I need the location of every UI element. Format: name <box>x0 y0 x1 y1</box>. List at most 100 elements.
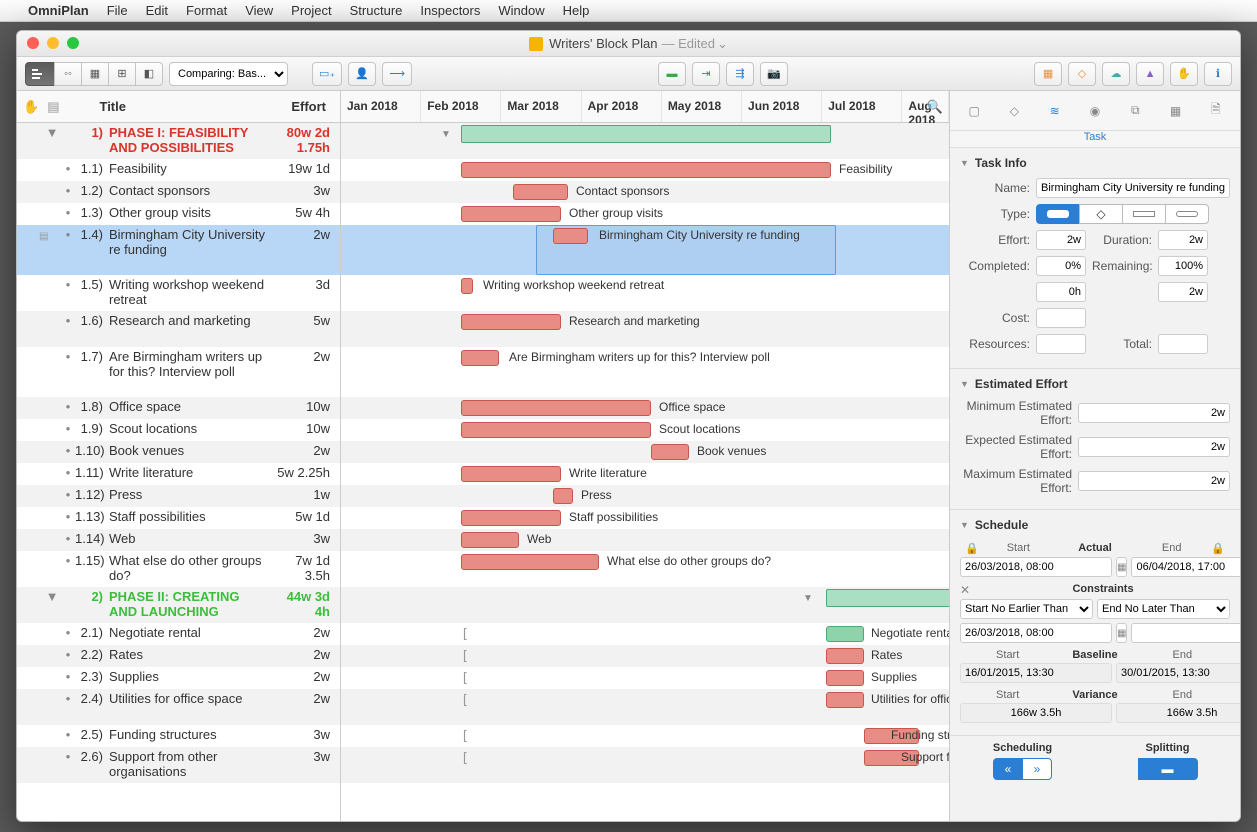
gantt-row[interactable]: [Funding structures <box>341 725 949 747</box>
type-task[interactable] <box>1036 204 1080 224</box>
gantt-row[interactable]: [Negotiate rental <box>341 623 949 645</box>
catch-up-button[interactable]: ▬ <box>658 62 686 86</box>
task-bar[interactable] <box>461 554 599 570</box>
schedule-heading[interactable]: Schedule <box>960 518 1230 532</box>
gantt-row[interactable]: Write literature <box>341 463 949 485</box>
notes-column-icon[interactable]: ▤ <box>47 99 59 115</box>
actual-end-field[interactable] <box>1131 557 1240 577</box>
gantt-row[interactable]: Book venues <box>341 441 949 463</box>
name-field[interactable] <box>1036 178 1230 198</box>
task-bar[interactable] <box>461 350 499 366</box>
type-hammock[interactable] <box>1165 204 1209 224</box>
est-heading[interactable]: Estimated Effort <box>960 377 1230 391</box>
menu-view[interactable]: View <box>245 3 273 18</box>
task-bar[interactable] <box>651 444 689 460</box>
task-bar[interactable] <box>826 670 864 686</box>
task-row[interactable]: •2.3)Supplies2w <box>17 667 340 689</box>
task-row[interactable]: ▤•1.4)Birmingham City University re fund… <box>17 225 340 275</box>
tab-milestones-icon[interactable]: ◇ <box>998 99 1030 123</box>
remaining-field[interactable] <box>1158 256 1208 276</box>
tab-resource-icon[interactable]: ◉ <box>1079 99 1111 123</box>
group-bar[interactable] <box>826 589 950 607</box>
task-row[interactable]: •1.10)Book venues2w <box>17 441 340 463</box>
task-row[interactable]: •1.9)Scout locations10w <box>17 419 340 441</box>
task-row[interactable]: ▼2)PHASE II: CREATING AND LAUNCHING44w 3… <box>17 587 340 623</box>
task-info-heading[interactable]: Task Info <box>960 156 1230 170</box>
baseline-selector[interactable]: Comparing: Bas... <box>169 62 288 86</box>
gantt-row[interactable]: [Supplies <box>341 667 949 689</box>
menu-window[interactable]: Window <box>498 3 544 18</box>
task-bar[interactable] <box>826 626 864 642</box>
violations-column-icon[interactable]: ✋ <box>23 99 39 115</box>
gantt-row[interactable]: Office space <box>341 397 949 419</box>
schedule-asap[interactable]: « <box>993 758 1023 780</box>
violations-button[interactable]: ▲ <box>1136 62 1164 86</box>
tab-project-icon[interactable]: ▢ <box>958 99 990 123</box>
gantt-row[interactable]: Web <box>341 529 949 551</box>
resources-field[interactable] <box>1036 334 1086 354</box>
style-view-button[interactable]: ◧ <box>135 62 163 86</box>
tab-styles-icon[interactable]: ⧉ <box>1119 99 1151 123</box>
app-name[interactable]: OmniPlan <box>28 3 89 18</box>
task-row[interactable]: •1.1)Feasibility19w 1d <box>17 159 340 181</box>
inspector-button[interactable]: ℹ <box>1204 62 1232 86</box>
gantt-view-button[interactable] <box>25 62 55 86</box>
gantt-row[interactable]: Staff possibilities <box>341 507 949 529</box>
splitting-toggle[interactable]: ▬ <box>1138 758 1198 780</box>
task-bar[interactable] <box>461 466 561 482</box>
exp-est-field[interactable] <box>1078 437 1230 457</box>
lock-start-icon[interactable]: 🔒 <box>964 542 980 555</box>
level-button[interactable]: ⇶ <box>726 62 754 86</box>
menu-structure[interactable]: Structure <box>350 3 403 18</box>
actual-start-field[interactable] <box>960 557 1112 577</box>
task-bar[interactable] <box>461 400 651 416</box>
remaining-duration-field[interactable] <box>1158 282 1208 302</box>
completed-field[interactable] <box>1036 256 1086 276</box>
gantt-row[interactable]: Writing workshop weekend retreat <box>341 275 949 311</box>
task-row[interactable]: ▼1)PHASE I: FEASIBILITY AND POSSIBILITIE… <box>17 123 340 159</box>
task-row[interactable]: •1.14)Web3w <box>17 529 340 551</box>
gantt-row[interactable]: Contact sponsors <box>341 181 949 203</box>
close-button[interactable] <box>27 37 39 49</box>
gantt-row[interactable]: Birmingham City University re funding <box>341 225 949 275</box>
effort-field[interactable] <box>1036 230 1086 250</box>
gantt-row[interactable]: [Rates <box>341 645 949 667</box>
task-bar[interactable] <box>461 532 519 548</box>
gantt-chart[interactable]: Jan 2018 Feb 2018 Mar 2018 Apr 2018 May … <box>341 91 950 821</box>
menu-format[interactable]: Format <box>186 3 227 18</box>
outline-body[interactable]: ▼1)PHASE I: FEASIBILITY AND POSSIBILITIE… <box>17 123 340 821</box>
gantt-row[interactable]: ▼ <box>341 587 949 623</box>
task-row[interactable]: •1.5)Writing workshop weekend retreat3d <box>17 275 340 311</box>
task-row[interactable]: •1.2)Contact sponsors3w <box>17 181 340 203</box>
sync-button[interactable]: ☁ <box>1102 62 1130 86</box>
constraint-start-date[interactable] <box>960 623 1112 643</box>
min-est-field[interactable] <box>1078 403 1230 423</box>
task-bar[interactable] <box>553 228 588 244</box>
connection-button[interactable]: ⟶ <box>382 62 412 86</box>
critical-path-button[interactable]: ✋ <box>1170 62 1198 86</box>
constraint-end-select[interactable]: End No Later Than <box>1097 599 1230 619</box>
schedule-alap[interactable]: » <box>1022 758 1052 780</box>
reschedule-button[interactable]: ⇥ <box>692 62 720 86</box>
calendar-icon[interactable]: ▦ <box>1116 623 1127 643</box>
type-milestone[interactable]: ◇ <box>1079 204 1123 224</box>
gantt-row[interactable]: What else do other groups do? <box>341 551 949 587</box>
close-constraint-icon[interactable]: ✕ <box>960 583 970 597</box>
task-row[interactable]: •2.1)Negotiate rental2w <box>17 623 340 645</box>
gantt-row[interactable]: ▼ <box>341 123 949 159</box>
task-row[interactable]: •1.11)Write literature5w 2.25h <box>17 463 340 485</box>
gantt-row[interactable]: Other group visits <box>341 203 949 225</box>
menu-file[interactable]: File <box>107 3 128 18</box>
task-bar[interactable] <box>461 314 561 330</box>
zoom-button[interactable] <box>67 37 79 49</box>
task-bar[interactable] <box>553 488 573 504</box>
calendar-view-button[interactable]: ▦ <box>81 62 109 86</box>
task-bar[interactable] <box>461 162 831 178</box>
task-bar[interactable] <box>461 278 473 294</box>
network-view-button[interactable]: ⊞ <box>108 62 136 86</box>
chevron-down-icon[interactable]: ⌄ <box>717 36 728 52</box>
gantt-row[interactable]: [Support from other organisations <box>341 747 949 783</box>
gantt-row[interactable]: [Utilities for office space <box>341 689 949 725</box>
task-row[interactable]: •2.6)Support from other organisations3w <box>17 747 340 783</box>
resource-view-button[interactable]: ◦◦ <box>54 62 82 86</box>
